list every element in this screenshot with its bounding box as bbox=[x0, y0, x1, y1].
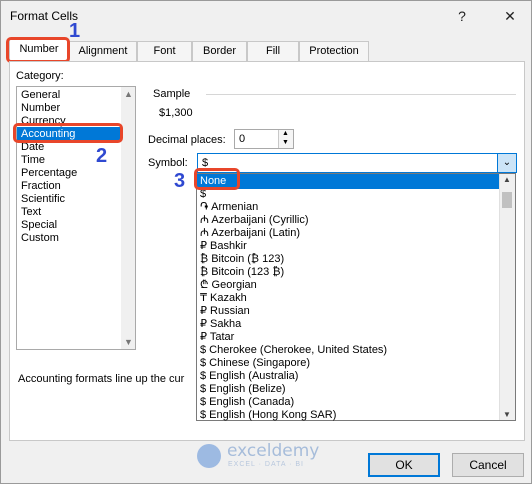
sample-label: Sample bbox=[153, 88, 191, 100]
dropdown-scroll-up-icon[interactable]: ▲ bbox=[503, 175, 511, 184]
format-description: Accounting formats line up the cur bbox=[18, 373, 185, 385]
dropdown-scroll-thumb[interactable] bbox=[502, 192, 512, 208]
help-button[interactable]: ? bbox=[448, 5, 476, 27]
category-label: Category: bbox=[16, 70, 64, 82]
annotation-2: 2 bbox=[96, 145, 108, 167]
category-item-general[interactable]: General bbox=[21, 89, 60, 102]
category-item-special[interactable]: Special bbox=[21, 219, 57, 232]
scroll-up-arrow-icon[interactable]: ▲ bbox=[124, 89, 133, 99]
tab-protection[interactable]: Protection bbox=[299, 41, 369, 61]
symbol-label: Symbol: bbox=[148, 157, 188, 169]
symbol-option[interactable]: ₼ Azerbaijani (Cyrillic) bbox=[200, 214, 309, 227]
category-item-fraction[interactable]: Fraction bbox=[21, 180, 61, 193]
symbol-option[interactable]: ₿ Bitcoin (₿ 123) bbox=[200, 253, 284, 266]
format-cells-dialog: Format Cells ? ✕ 1 Number Alignment Font… bbox=[0, 0, 532, 484]
none-option-highlight bbox=[194, 168, 240, 190]
symbol-option[interactable]: ₾ Georgian bbox=[200, 279, 257, 292]
symbol-option[interactable]: ₸ Kazakh bbox=[200, 292, 247, 305]
symbol-option[interactable]: $ English (Canada) bbox=[200, 396, 294, 409]
symbol-option[interactable]: ֏ Armenian bbox=[200, 201, 258, 214]
symbol-option[interactable]: $ Chinese (Singapore) bbox=[200, 357, 310, 370]
symbol-option[interactable]: $ English (Hong Kong SAR) bbox=[200, 409, 336, 422]
symbol-dropdown-list[interactable]: None $ ֏ Armenian ₼ Azerbaijani (Cyrilli… bbox=[196, 173, 516, 421]
chevron-down-icon[interactable]: ⌄ bbox=[497, 154, 516, 172]
symbol-option[interactable]: ₽ Bashkir bbox=[200, 240, 247, 253]
dropdown-scroll-down-icon[interactable]: ▼ bbox=[503, 410, 511, 419]
symbol-option[interactable]: $ English (Australia) bbox=[200, 370, 298, 383]
dropdown-scrollbar[interactable]: ▲ ▼ bbox=[499, 174, 515, 420]
category-item-scientific[interactable]: Scientific bbox=[21, 193, 65, 206]
close-button[interactable]: ✕ bbox=[496, 5, 524, 27]
category-item-number[interactable]: Number bbox=[21, 102, 60, 115]
ok-button[interactable]: OK bbox=[368, 453, 440, 477]
symbol-option[interactable]: $ Cherokee (Cherokee, United States) bbox=[200, 344, 387, 357]
category-item-text[interactable]: Text bbox=[21, 206, 41, 219]
stepper-up-icon[interactable]: ▲ bbox=[282, 130, 289, 137]
annotation-3: 3 bbox=[174, 170, 186, 192]
symbol-option[interactable]: ₽ Russian bbox=[200, 305, 250, 318]
scroll-down-arrow-icon[interactable]: ▼ bbox=[124, 337, 133, 347]
dropdown-selection-bar bbox=[197, 174, 500, 189]
watermark-tagline: EXCEL · DATA · BI bbox=[228, 461, 304, 468]
stepper-down-icon[interactable]: ▼ bbox=[282, 139, 289, 146]
decimal-places-label: Decimal places: bbox=[148, 134, 226, 146]
decimal-places-stepper[interactable]: 0 ▲ ▼ bbox=[234, 129, 294, 149]
category-item-time[interactable]: Time bbox=[21, 154, 45, 167]
tab-fill[interactable]: Fill bbox=[247, 41, 299, 61]
annotation-1: 1 bbox=[69, 20, 81, 42]
symbol-option[interactable]: ₽ Sakha bbox=[200, 318, 241, 331]
sample-value: $1,300 bbox=[159, 107, 193, 119]
number-tab-highlight bbox=[6, 37, 70, 63]
category-item-percentage[interactable]: Percentage bbox=[21, 167, 77, 180]
accounting-highlight bbox=[13, 123, 123, 143]
sample-divider bbox=[206, 94, 516, 95]
tab-border[interactable]: Border bbox=[192, 41, 247, 61]
symbol-option[interactable]: ₼ Azerbaijani (Latin) bbox=[200, 227, 300, 240]
tab-alignment[interactable]: Alignment bbox=[69, 41, 137, 61]
decimal-places-value[interactable]: 0 bbox=[239, 133, 245, 145]
category-item-custom[interactable]: Custom bbox=[21, 232, 59, 245]
dialog-title: Format Cells bbox=[10, 9, 79, 23]
symbol-select[interactable]: $ ⌄ bbox=[197, 153, 517, 173]
stepper-buttons[interactable]: ▲ ▼ bbox=[278, 130, 293, 148]
watermark-brand: exceldemy bbox=[227, 441, 320, 461]
category-scrollbar[interactable]: ▲ ▼ bbox=[121, 87, 135, 349]
symbol-option[interactable]: ₿ Bitcoin (123 ₿) bbox=[200, 266, 284, 279]
symbol-option[interactable]: ₽ Tatar bbox=[200, 331, 234, 344]
symbol-option[interactable]: $ English (Belize) bbox=[200, 383, 286, 396]
tab-font[interactable]: Font bbox=[137, 41, 192, 61]
exceldemy-watermark: exceldemy EXCEL · DATA · BI bbox=[197, 441, 357, 471]
cancel-button[interactable]: Cancel bbox=[452, 453, 524, 477]
exceldemy-logo-icon bbox=[197, 444, 221, 468]
